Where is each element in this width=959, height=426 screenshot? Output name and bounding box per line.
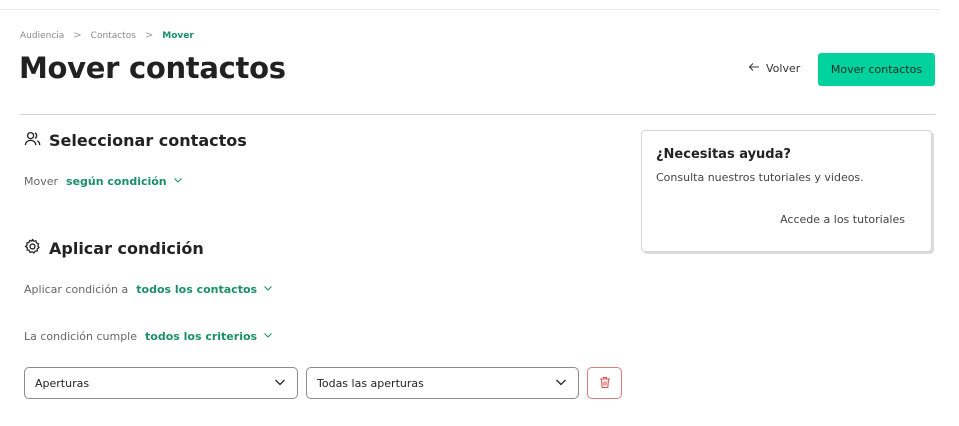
tutorials-link[interactable]: Accede a los tutoriales	[780, 213, 905, 226]
select-value: Todas las aperturas	[317, 376, 424, 390]
back-label: Volver	[766, 62, 801, 75]
move-contacts-button[interactable]: Mover contactos	[818, 53, 935, 86]
match-label: La condición cumple	[24, 330, 137, 343]
header-divider	[20, 114, 935, 115]
page-title: Mover contactos	[19, 51, 286, 85]
move-mode-dropdown[interactable]: según condición	[66, 175, 183, 188]
help-card: ¿Necesitas ayuda? Consulta nuestros tuto…	[641, 130, 932, 252]
select-contacts-heading: Seleccionar contactos	[24, 130, 247, 151]
move-label: Mover	[24, 175, 59, 188]
top-divider	[0, 9, 940, 10]
users-icon	[24, 130, 41, 151]
dropdown-value: según condición	[66, 175, 167, 188]
chevron-down-icon	[273, 375, 287, 392]
help-text: Consulta nuestros tutoriales y videos.	[656, 171, 864, 184]
breadcrumb-separator: >	[144, 30, 154, 41]
dropdown-value: todos los criterios	[145, 330, 258, 343]
section-title: Aplicar condición	[49, 239, 204, 258]
condition-operator-select[interactable]: Todas las aperturas	[306, 367, 579, 399]
apply-to-dropdown[interactable]: todos los contactos	[136, 283, 273, 296]
apply-row: Aplicar condición a todos los contactos	[24, 283, 273, 296]
help-title: ¿Necesitas ayuda?	[656, 147, 791, 162]
move-row: Mover según condición	[24, 175, 183, 188]
breadcrumb: Audiencia > Contactos > Mover	[20, 30, 194, 41]
chevron-down-icon	[263, 283, 273, 296]
delete-condition-button[interactable]	[587, 367, 622, 399]
trash-icon	[599, 374, 611, 393]
chevron-down-icon	[263, 330, 273, 343]
apply-condition-heading: Aplicar condición	[24, 238, 204, 259]
back-button[interactable]: Volver	[748, 62, 800, 75]
breadcrumb-separator: >	[73, 30, 82, 41]
breadcrumb-item-contactos[interactable]: Contactos	[91, 31, 136, 41]
condition-field-select[interactable]: Aperturas	[24, 367, 298, 399]
dropdown-value: todos los contactos	[136, 283, 258, 296]
match-criteria-dropdown[interactable]: todos los criterios	[145, 330, 273, 343]
section-title: Seleccionar contactos	[49, 131, 247, 150]
chevron-down-icon	[554, 375, 568, 392]
select-value: Aperturas	[35, 376, 90, 390]
breadcrumb-current: Mover	[162, 30, 194, 41]
chevron-down-icon	[173, 175, 183, 188]
arrow-left-icon	[748, 62, 760, 75]
breadcrumb-item-audiencia[interactable]: Audiencia	[20, 31, 64, 41]
apply-label: Aplicar condición a	[24, 283, 129, 296]
match-row: La condición cumple todos los criterios	[24, 330, 273, 343]
gear-icon	[24, 238, 41, 259]
